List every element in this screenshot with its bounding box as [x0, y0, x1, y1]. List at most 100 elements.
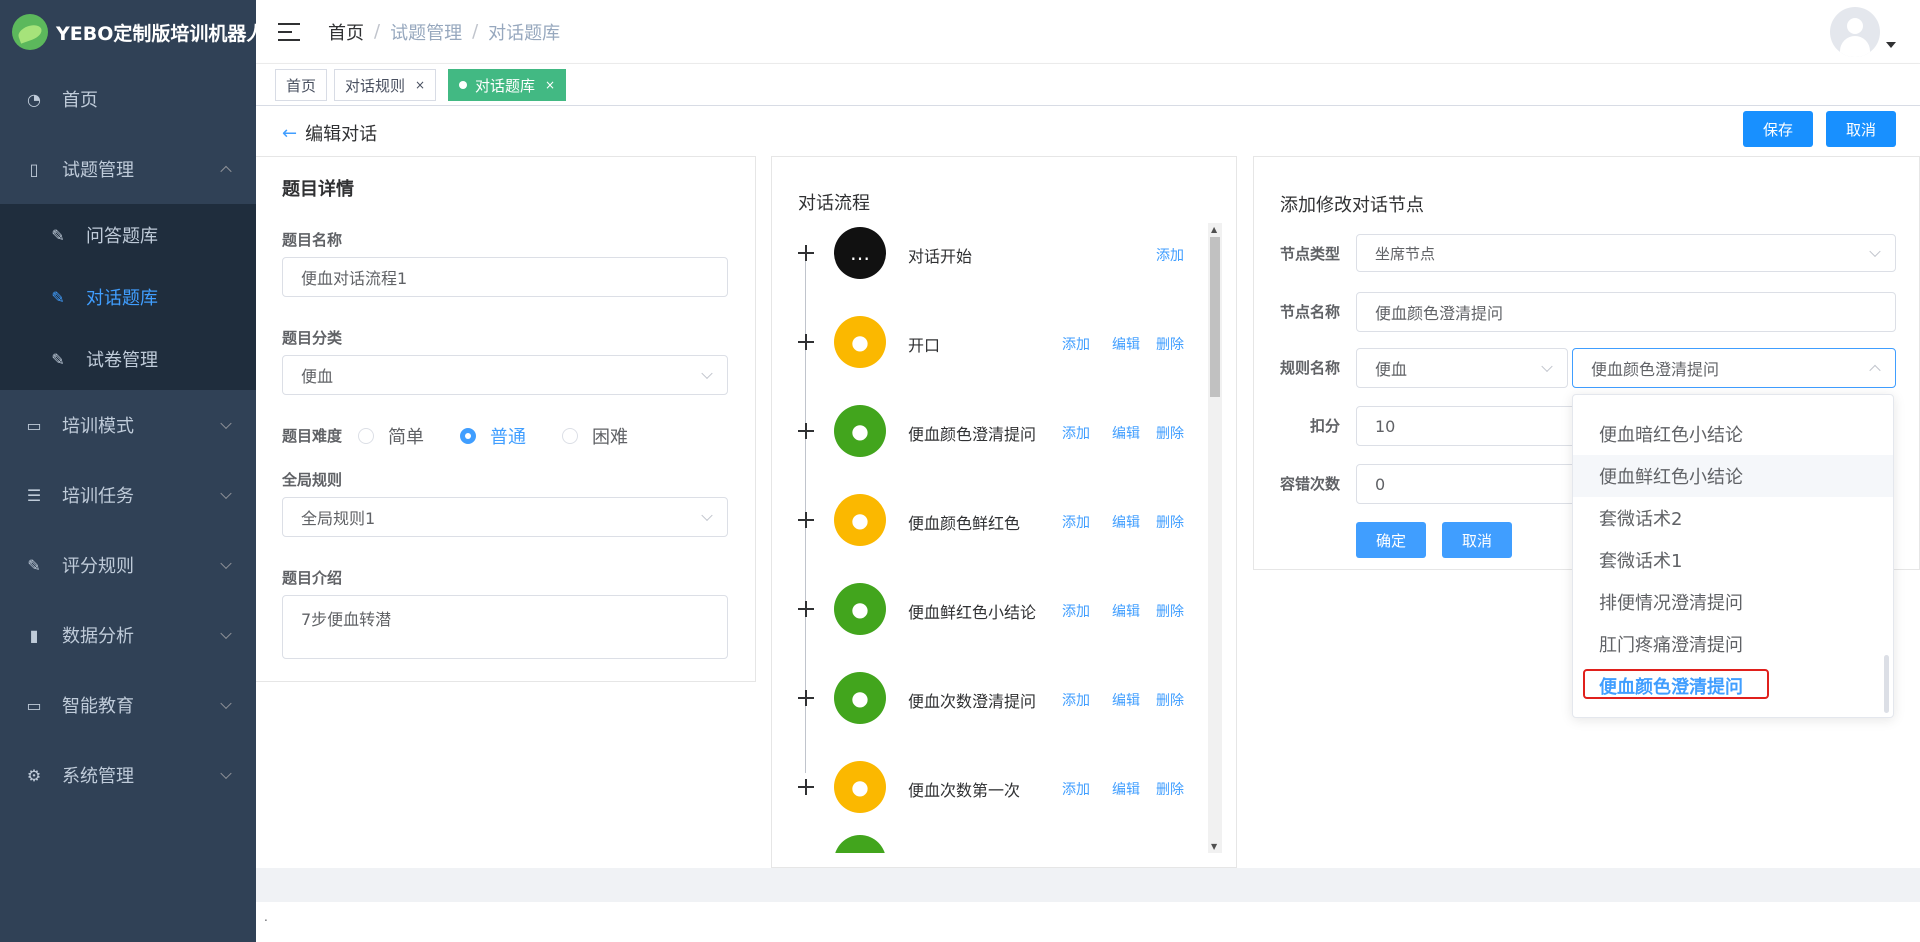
edit-icon: ✎	[51, 287, 65, 307]
flow-node: ● 便血次数澄清提问 添加 编辑 删除	[772, 668, 1192, 728]
dropdown-option[interactable]: 套微话术2	[1573, 497, 1893, 539]
close-icon[interactable]: ×	[415, 78, 425, 92]
delete-link[interactable]: 删除	[1156, 423, 1184, 443]
scrollbar-thumb[interactable]	[1210, 237, 1220, 397]
sidebar-item-system-management[interactable]: ⚙ 系统管理	[0, 740, 256, 810]
flow-node: ● 便血颜色澄清提问 添加 编辑 删除	[772, 401, 1192, 461]
dropdown-option[interactable]: 排便情况澄清提问	[1573, 581, 1893, 623]
screen-chart-icon: ▭	[26, 695, 42, 715]
score-input[interactable]: 10	[1356, 406, 1576, 446]
add-link[interactable]: 添加	[1062, 601, 1090, 621]
flow-scrollbar[interactable]: ▲ ▼	[1208, 223, 1222, 853]
close-icon[interactable]: ×	[545, 78, 555, 92]
question-name-input[interactable]: 便血对话流程1	[282, 257, 728, 297]
sidebar-item-smart-education[interactable]: ▭ 智能教育	[0, 670, 256, 740]
difficulty-radio-easy[interactable]: 简单	[358, 423, 424, 449]
save-button[interactable]: 保存	[1743, 111, 1813, 147]
breadcrumb-item-home[interactable]: 首页	[328, 19, 364, 45]
expand-icon[interactable]	[798, 245, 814, 261]
sidebar-item-home[interactable]: ◔ 首页	[0, 64, 256, 134]
expand-icon[interactable]	[798, 601, 814, 617]
edit-link[interactable]: 编辑	[1112, 423, 1140, 443]
avatar[interactable]	[1830, 7, 1880, 57]
rule-category-select[interactable]: 便血	[1356, 348, 1568, 388]
score-value: 10	[1375, 416, 1396, 436]
expand-icon[interactable]	[798, 779, 814, 795]
add-link[interactable]: 添加	[1062, 512, 1090, 532]
back-link[interactable]: ← 编辑对话	[282, 120, 377, 146]
expand-icon[interactable]	[798, 423, 814, 439]
sidebar-item-data-analysis[interactable]: ▮ 数据分析	[0, 600, 256, 670]
sidebar-item-paper-management[interactable]: ✎ 试卷管理	[0, 328, 256, 390]
dropdown-scrollbar[interactable]	[1884, 655, 1889, 713]
sidebar-item-qa-bank[interactable]: ✎ 问答题库	[0, 204, 256, 266]
sidebar-item-scoring-rules[interactable]: ✎ 评分规则	[0, 530, 256, 600]
flow-node: ● 开口 添加 编辑 删除	[772, 312, 1192, 372]
dropdown-option[interactable]: 肛门疼痛澄清提问	[1573, 623, 1893, 665]
expand-icon[interactable]	[798, 334, 814, 350]
sidebar-item-label: 培训任务	[62, 486, 134, 507]
delete-link[interactable]: 删除	[1156, 690, 1184, 710]
name-label: 题目名称	[282, 231, 343, 249]
node-name-input[interactable]: 便血颜色澄清提问	[1356, 292, 1896, 332]
node-name: 便血次数第一次	[908, 781, 1021, 800]
expand-icon[interactable]	[798, 690, 814, 706]
sidebar-item-training-mode[interactable]: ▭ 培训模式	[0, 390, 256, 460]
chevron-down-icon	[220, 767, 232, 780]
submenu-question-management: ✎ 问答题库 ✎ 对话题库 ✎ 试卷管理	[0, 204, 256, 390]
scroll-up-icon[interactable]: ▲	[1211, 225, 1217, 234]
dropdown-option[interactable]: 便血暗红色小结论	[1573, 413, 1893, 455]
rule-name-value: 便血颜色澄清提问	[1591, 360, 1720, 379]
dropdown-option-selected[interactable]: 便血颜色澄清提问	[1573, 665, 1893, 707]
sidebar: YEBO定制版培训机器人 ◔ 首页 ▯ 试题管理 ✎ 问答题库 ✎ 对话题库 ✎…	[0, 0, 265, 942]
delete-link[interactable]: 删除	[1156, 601, 1184, 621]
caret-down-icon[interactable]	[1886, 42, 1896, 48]
node-cancel-button[interactable]: 取消	[1442, 522, 1512, 558]
edit-link[interactable]: 编辑	[1112, 334, 1140, 354]
dropdown-option-hovered[interactable]: 便血鲜红色小结论	[1573, 455, 1893, 497]
hamburger-menu-icon[interactable]	[278, 22, 300, 41]
tag-dialog-rules[interactable]: 对话规则 ×	[334, 69, 437, 101]
edit-link[interactable]: 编辑	[1112, 601, 1140, 621]
option-label: 肛门疼痛澄清提问	[1599, 635, 1743, 656]
edit-link[interactable]: 编辑	[1112, 779, 1140, 799]
chevron-down-icon	[701, 509, 713, 522]
add-link[interactable]: 添加	[1062, 334, 1090, 354]
breadcrumb-item-question-management: 试题管理	[390, 22, 463, 44]
tolerance-input[interactable]: 0	[1356, 464, 1576, 504]
tags-view: 首页 对话规则 × 对话题库 ×	[256, 64, 1920, 106]
dropdown-option[interactable]: 套微话术1	[1573, 539, 1893, 581]
node-name: 便血鲜红色小结论	[908, 603, 1037, 622]
edit-link[interactable]: 编辑	[1112, 512, 1140, 532]
sidebar-item-question-management[interactable]: ▯ 试题管理	[0, 134, 256, 204]
add-link[interactable]: 添加	[1062, 690, 1090, 710]
add-link[interactable]: 添加	[1156, 245, 1184, 265]
tag-label: 对话规则	[345, 76, 406, 95]
delete-link[interactable]: 删除	[1156, 334, 1184, 354]
add-link[interactable]: 添加	[1062, 423, 1090, 443]
sidebar-item-training-task[interactable]: ☰ 培训任务	[0, 460, 256, 530]
rule-name-select[interactable]: 便血颜色澄清提问	[1572, 348, 1896, 388]
score-label: 扣分	[1310, 417, 1341, 435]
app-logo[interactable]: YEBO定制版培训机器人	[0, 0, 265, 64]
book-icon: ▯	[29, 159, 39, 179]
edit-link[interactable]: 编辑	[1112, 690, 1140, 710]
flow-node: ● 便血颜色鲜红色 添加 编辑 删除	[772, 490, 1192, 550]
cancel-button[interactable]: 取消	[1826, 111, 1896, 147]
intro-textarea[interactable]: 7步便血转潜	[282, 595, 728, 659]
scroll-down-icon[interactable]: ▼	[1211, 842, 1217, 851]
confirm-button[interactable]: 确定	[1356, 522, 1426, 558]
category-select[interactable]: 便血	[282, 355, 728, 395]
node-type-select[interactable]: 坐席节点	[1356, 234, 1896, 272]
tag-home[interactable]: 首页	[275, 69, 328, 101]
difficulty-radio-hard[interactable]: 困难	[562, 423, 628, 449]
sidebar-item-dialog-bank[interactable]: ✎ 对话题库	[0, 266, 256, 328]
global-rule-select[interactable]: 全局规则1	[282, 497, 728, 537]
question-name-value: 便血对话流程1	[301, 269, 408, 288]
difficulty-radio-normal[interactable]: 普通	[460, 423, 526, 449]
tag-dialog-bank[interactable]: 对话题库 ×	[448, 69, 567, 101]
expand-icon[interactable]	[798, 512, 814, 528]
add-link[interactable]: 添加	[1062, 779, 1090, 799]
delete-link[interactable]: 删除	[1156, 779, 1184, 799]
delete-link[interactable]: 删除	[1156, 512, 1184, 532]
